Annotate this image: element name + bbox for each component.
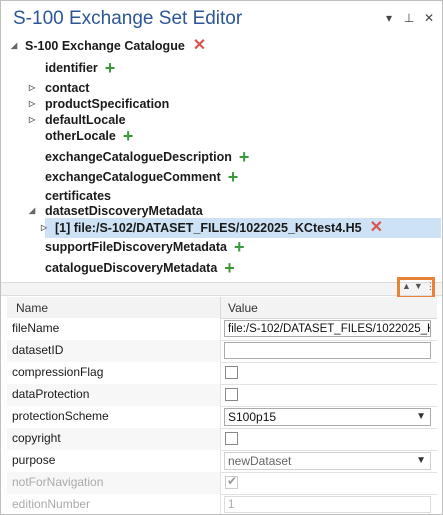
tree-item-label: exchangeCatalogueComment (45, 170, 221, 184)
tree-item-identifier[interactable]: identifier + (45, 59, 115, 77)
notForNavigation-checkbox[interactable]: ✔ (225, 474, 238, 489)
tree-root-label: S-100 Exchange Catalogue (25, 39, 185, 53)
purpose-select[interactable]: newDataset ▼ (224, 452, 431, 470)
exchange-set-editor-pane: S-100 Exchange Set Editor ▾ ⊥ ✕ ◢ S-100 … (0, 0, 443, 515)
property-name: copyright (7, 428, 221, 450)
dataProtection-checkbox[interactable] (225, 388, 238, 401)
property-name: compressionFlag (7, 362, 221, 384)
dropdown-icon[interactable]: ▾ (382, 11, 396, 25)
add-icon[interactable]: + (105, 59, 116, 77)
property-name: datasetID (7, 340, 221, 362)
column-header-value[interactable]: Value (221, 297, 437, 319)
tree-item-exchangeCatalogueDescription[interactable]: exchangeCatalogueDescription + (45, 148, 249, 166)
caret-expanded-icon[interactable]: ◢ (11, 37, 21, 55)
check-icon: ✔ (227, 474, 238, 488)
title-bar: S-100 Exchange Set Editor ▾ ⊥ ✕ (1, 1, 442, 37)
tree-item-exchangeCatalogueComment[interactable]: exchangeCatalogueComment + (45, 168, 238, 186)
property-name: editionNumber (7, 494, 221, 514)
grid-row-dataProtection: dataProtection (7, 384, 437, 407)
tree-item-label: [1] file:/S-102/DATASET_FILES/1022025_KC… (55, 221, 362, 235)
close-icon[interactable]: ✕ (422, 11, 436, 25)
add-icon[interactable]: + (234, 238, 245, 256)
catalogue-tree: ◢ S-100 Exchange Catalogue ✕ identifier … (9, 37, 441, 283)
grid-row-protectionScheme: protectionScheme S100p15 ▼ (7, 406, 437, 429)
sort-arrows[interactable]: ▲ ▼ ⋮ (402, 281, 435, 292)
property-name: dataProtection (7, 384, 221, 406)
tree-item-label: exchangeCatalogueDescription (45, 150, 232, 164)
add-icon[interactable]: + (228, 168, 239, 186)
column-header-name[interactable]: Name (7, 297, 221, 319)
property-name: protectionScheme (7, 406, 221, 428)
property-name: purpose (7, 450, 221, 472)
grid-row-editionNumber: editionNumber 1 (7, 494, 437, 514)
grid-row-compressionFlag: compressionFlag (7, 362, 437, 385)
chevron-down-icon: ▼ (416, 455, 426, 466)
more-icon[interactable]: ⋮ (426, 281, 435, 292)
protectionScheme-select[interactable]: S100p15 ▼ (224, 408, 431, 426)
move-down-icon[interactable]: ▼ (414, 281, 423, 292)
delete-icon[interactable]: ✕ (193, 37, 206, 55)
property-name: fileName (7, 318, 221, 340)
tree-item-dataset-file[interactable]: ▷ [1] file:/S-102/DATASET_FILES/1022025_… (41, 219, 383, 237)
title-bar-icons: ▾ ⊥ ✕ (382, 11, 436, 25)
tree-root[interactable]: ◢ S-100 Exchange Catalogue ✕ (9, 37, 206, 55)
tree-item-catalogueDiscoveryMetadata[interactable]: catalogueDiscoveryMetadata + (45, 259, 235, 277)
tree-item-label: otherLocale (45, 129, 116, 143)
compressionFlag-checkbox[interactable] (225, 366, 238, 379)
tree-item-label: supportFileDiscoveryMetadata (45, 240, 227, 254)
caret-collapsed-icon[interactable]: ▷ (41, 219, 51, 237)
caret-expanded-icon[interactable]: ◢ (29, 202, 39, 220)
grid-row-datasetID: datasetID (7, 340, 437, 363)
grid-row-notForNavigation: notForNavigation ✔ (7, 472, 437, 495)
panel-splitter[interactable] (1, 282, 442, 296)
pin-icon[interactable]: ⊥ (402, 11, 416, 25)
add-icon[interactable]: + (224, 259, 235, 277)
add-icon[interactable]: + (239, 148, 250, 166)
property-name: notForNavigation (7, 472, 221, 494)
grid-row-fileName: fileName file:/S-102/DATASET_FILES/10220… (7, 318, 437, 341)
grid-row-purpose: purpose newDataset ▼ (7, 450, 437, 473)
tree-item-label: identifier (45, 61, 98, 75)
chevron-down-icon: ▼ (416, 411, 426, 422)
select-value: newDataset (228, 454, 292, 468)
tree-item-label: catalogueDiscoveryMetadata (45, 261, 218, 275)
fileName-input[interactable]: file:/S-102/DATASET_FILES/1022025_KCte (224, 320, 431, 337)
window-title: S-100 Exchange Set Editor (13, 8, 243, 29)
datasetID-input[interactable] (224, 342, 431, 359)
tree-item-supportFileDiscoveryMetadata[interactable]: supportFileDiscoveryMetadata + (45, 238, 245, 256)
copyright-checkbox[interactable] (225, 432, 238, 445)
editionNumber-input[interactable]: 1 (224, 496, 431, 513)
move-up-icon[interactable]: ▲ (402, 281, 411, 292)
caret-collapsed-icon[interactable]: ▷ (29, 111, 39, 129)
select-value: S100p15 (228, 410, 277, 424)
tree-item-otherLocale[interactable]: otherLocale + (45, 127, 133, 145)
add-icon[interactable]: + (123, 127, 134, 145)
grid-row-copyright: copyright (7, 428, 437, 451)
delete-icon[interactable]: ✕ (370, 219, 383, 237)
